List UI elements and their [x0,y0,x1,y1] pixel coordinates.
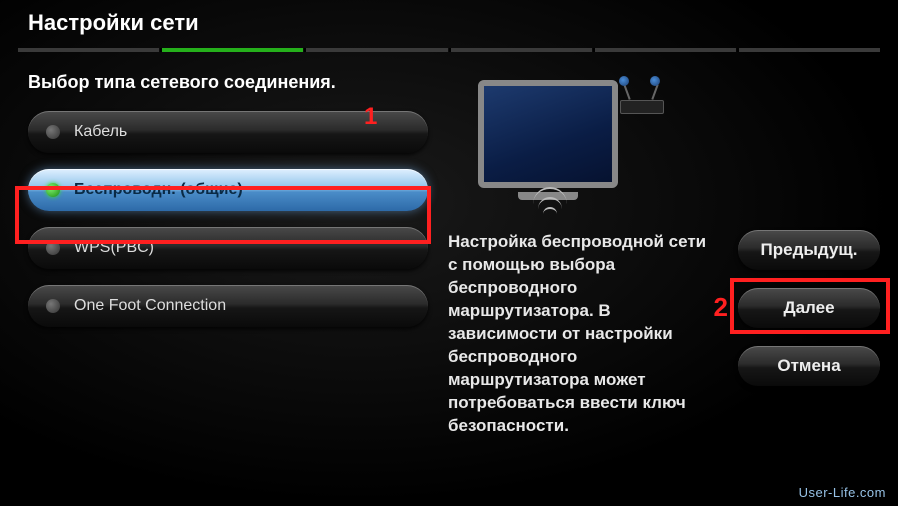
connection-type-options: 1 Кабель Беспроводн. (общие) WPS(PBC) On… [28,111,428,327]
radio-icon [46,299,60,313]
header: Настройки сети [0,0,898,40]
progress-segment [18,48,159,52]
watermark: User-Life.com [799,485,886,500]
annotation-marker-2: 2 [714,292,728,323]
router-icon [610,74,670,114]
action-buttons: Предыдущ. Далее Отмена [738,230,880,386]
progress-segment [304,48,447,52]
radio-icon [46,241,60,255]
option-label: WPS(PBC) [74,239,410,257]
previous-button[interactable]: Предыдущ. [738,230,880,270]
wifi-icon [530,197,570,223]
progress-segment [449,48,592,52]
network-illustration [468,72,678,217]
option-label: Беспроводн. (общие) [74,181,410,199]
progress-segment [737,48,880,52]
progress-segment [593,48,736,52]
option-wireless-general[interactable]: Беспроводн. (общие) [28,169,428,211]
option-wps-pbc[interactable]: WPS(PBC) [28,227,428,269]
option-label: One Foot Connection [74,297,410,315]
cancel-button[interactable]: Отмена [738,346,880,386]
page-title: Настройки сети [28,10,878,36]
button-label: Далее [783,298,834,318]
radio-icon [46,183,60,197]
button-label: Предыдущ. [761,240,858,260]
option-one-foot-connection[interactable]: One Foot Connection [28,285,428,327]
tv-icon [478,80,618,188]
button-label: Отмена [777,356,840,376]
option-description: Настройка беспроводной сети с помощью вы… [448,231,708,437]
annotation-marker-1: 1 [364,103,377,131]
progress-segment-active [160,48,303,52]
section-subtitle: Выбор типа сетевого соединения. [28,72,428,93]
option-label: Кабель [74,123,410,141]
next-button[interactable]: Далее [738,288,880,328]
radio-icon [46,125,60,139]
wizard-progress-bar [18,48,880,52]
